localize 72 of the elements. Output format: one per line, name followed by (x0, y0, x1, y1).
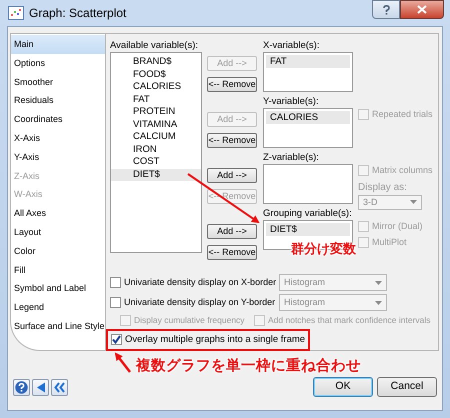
list-item[interactable]: FOOD$ (111, 68, 201, 81)
help-button[interactable] (372, 0, 400, 19)
sidebar-item[interactable]: Surface and Line Style (11, 316, 105, 336)
checkbox[interactable] (110, 277, 121, 288)
checkbox-label: Display cumulative frequency (134, 314, 245, 327)
sidebar-item[interactable]: Y-Axis (11, 148, 105, 167)
field-label: X-variable(s): (263, 40, 320, 52)
sidebar-item[interactable]: Options (11, 54, 105, 73)
dropdown-arrow-icon (410, 200, 417, 204)
sidebar-item[interactable]: Main (11, 35, 105, 54)
list-item[interactable]: FAT (111, 94, 201, 106)
variable-box[interactable]: FAT (263, 52, 353, 92)
dialog-button[interactable]: OK (313, 377, 373, 397)
sidebar-item[interactable]: Coordinates (11, 110, 105, 129)
list-item[interactable]: COST (111, 156, 201, 168)
sidebar-item[interactable]: All Axes (11, 204, 105, 223)
remove-button[interactable]: <-- Remove (207, 77, 257, 92)
list-item[interactable]: VITAMINA (111, 118, 201, 131)
list-item[interactable]: BRAND$ (111, 56, 201, 68)
checkbox-label: Add notches that mark confidence intervals (268, 314, 431, 327)
checkbox-label: Repeated trials (372, 108, 433, 121)
sidebar-item[interactable]: X-Axis (11, 128, 105, 148)
list-item[interactable]: CALORIES (111, 81, 201, 94)
sidebar-item[interactable]: Layout (11, 222, 105, 242)
field-label: Available variable(s): (110, 40, 200, 52)
help-button[interactable] (13, 378, 30, 396)
list-item[interactable]: IRON (111, 144, 201, 156)
first-button[interactable] (51, 378, 68, 396)
help-icon (382, 4, 390, 14)
checkbox-label: Overlay multiple graphs into a single frame (125, 332, 306, 347)
checkbox-label: MultiPlot (372, 236, 407, 248)
sidebar-item[interactable]: Smoother (11, 72, 105, 92)
close-button[interactable] (400, 0, 444, 19)
sidebar-item[interactable]: Residuals (11, 91, 105, 110)
double-arrow-icon (54, 382, 65, 392)
checkbox-label: Mirror (Dual) (372, 220, 422, 233)
list-item[interactable]: DIET$ (111, 168, 201, 181)
back-arrow-icon (36, 382, 46, 392)
list-item[interactable]: CALORIES (266, 111, 350, 124)
list-item[interactable]: CALCIUM (111, 131, 201, 144)
dropdown-arrow-icon (375, 280, 382, 284)
checkbox[interactable] (110, 297, 121, 308)
dialog-button[interactable]: Cancel (377, 377, 437, 397)
help-icon (15, 380, 28, 394)
variable-box[interactable] (263, 164, 353, 204)
checkbox-label: Univariate density display on X-border (124, 276, 276, 289)
remove-button[interactable]: <-- Remove (207, 133, 257, 148)
field-label: Grouping variable(s): (263, 208, 353, 220)
checkbox-label: Matrix columns (372, 164, 433, 177)
sidebar-item[interactable]: Symbol and Label (11, 279, 105, 298)
dropdown-arrow-icon (375, 300, 382, 304)
list-item[interactable]: FAT (266, 55, 350, 68)
window-title: Graph: Scatterplot (29, 5, 126, 22)
checkbox[interactable] (111, 334, 122, 346)
list-item[interactable]: PROTEIN (111, 106, 201, 118)
sidebar-item[interactable]: Legend (11, 298, 105, 317)
variable-list[interactable]: BRAND$ FOOD$ CALORIES FAT PROTEIN VITAMINA CALCIUM IRON COST DIET$ (110, 52, 202, 253)
annotation-text: 複数グラフを単一枠に重ね合わせ (136, 357, 361, 375)
add-button[interactable]: Add --> (207, 168, 257, 183)
list-item[interactable]: DIET$ (266, 223, 350, 236)
field-label: Display as: (358, 180, 408, 194)
field-label: Y-variable(s): (263, 96, 320, 108)
sidebar-item[interactable]: Fill (11, 260, 105, 280)
variable-box[interactable]: CALORIES (263, 108, 353, 148)
sidebar-item[interactable]: Color (11, 242, 105, 261)
add-button[interactable]: Add --> (207, 224, 257, 239)
app-icon (8, 6, 24, 20)
field-label: Z-variable(s): (263, 152, 320, 164)
back-button[interactable] (32, 378, 49, 396)
checkbox-label: Univariate density display on Y-border (124, 296, 276, 309)
remove-button[interactable]: <-- Remove (207, 245, 257, 260)
close-icon (417, 5, 427, 14)
